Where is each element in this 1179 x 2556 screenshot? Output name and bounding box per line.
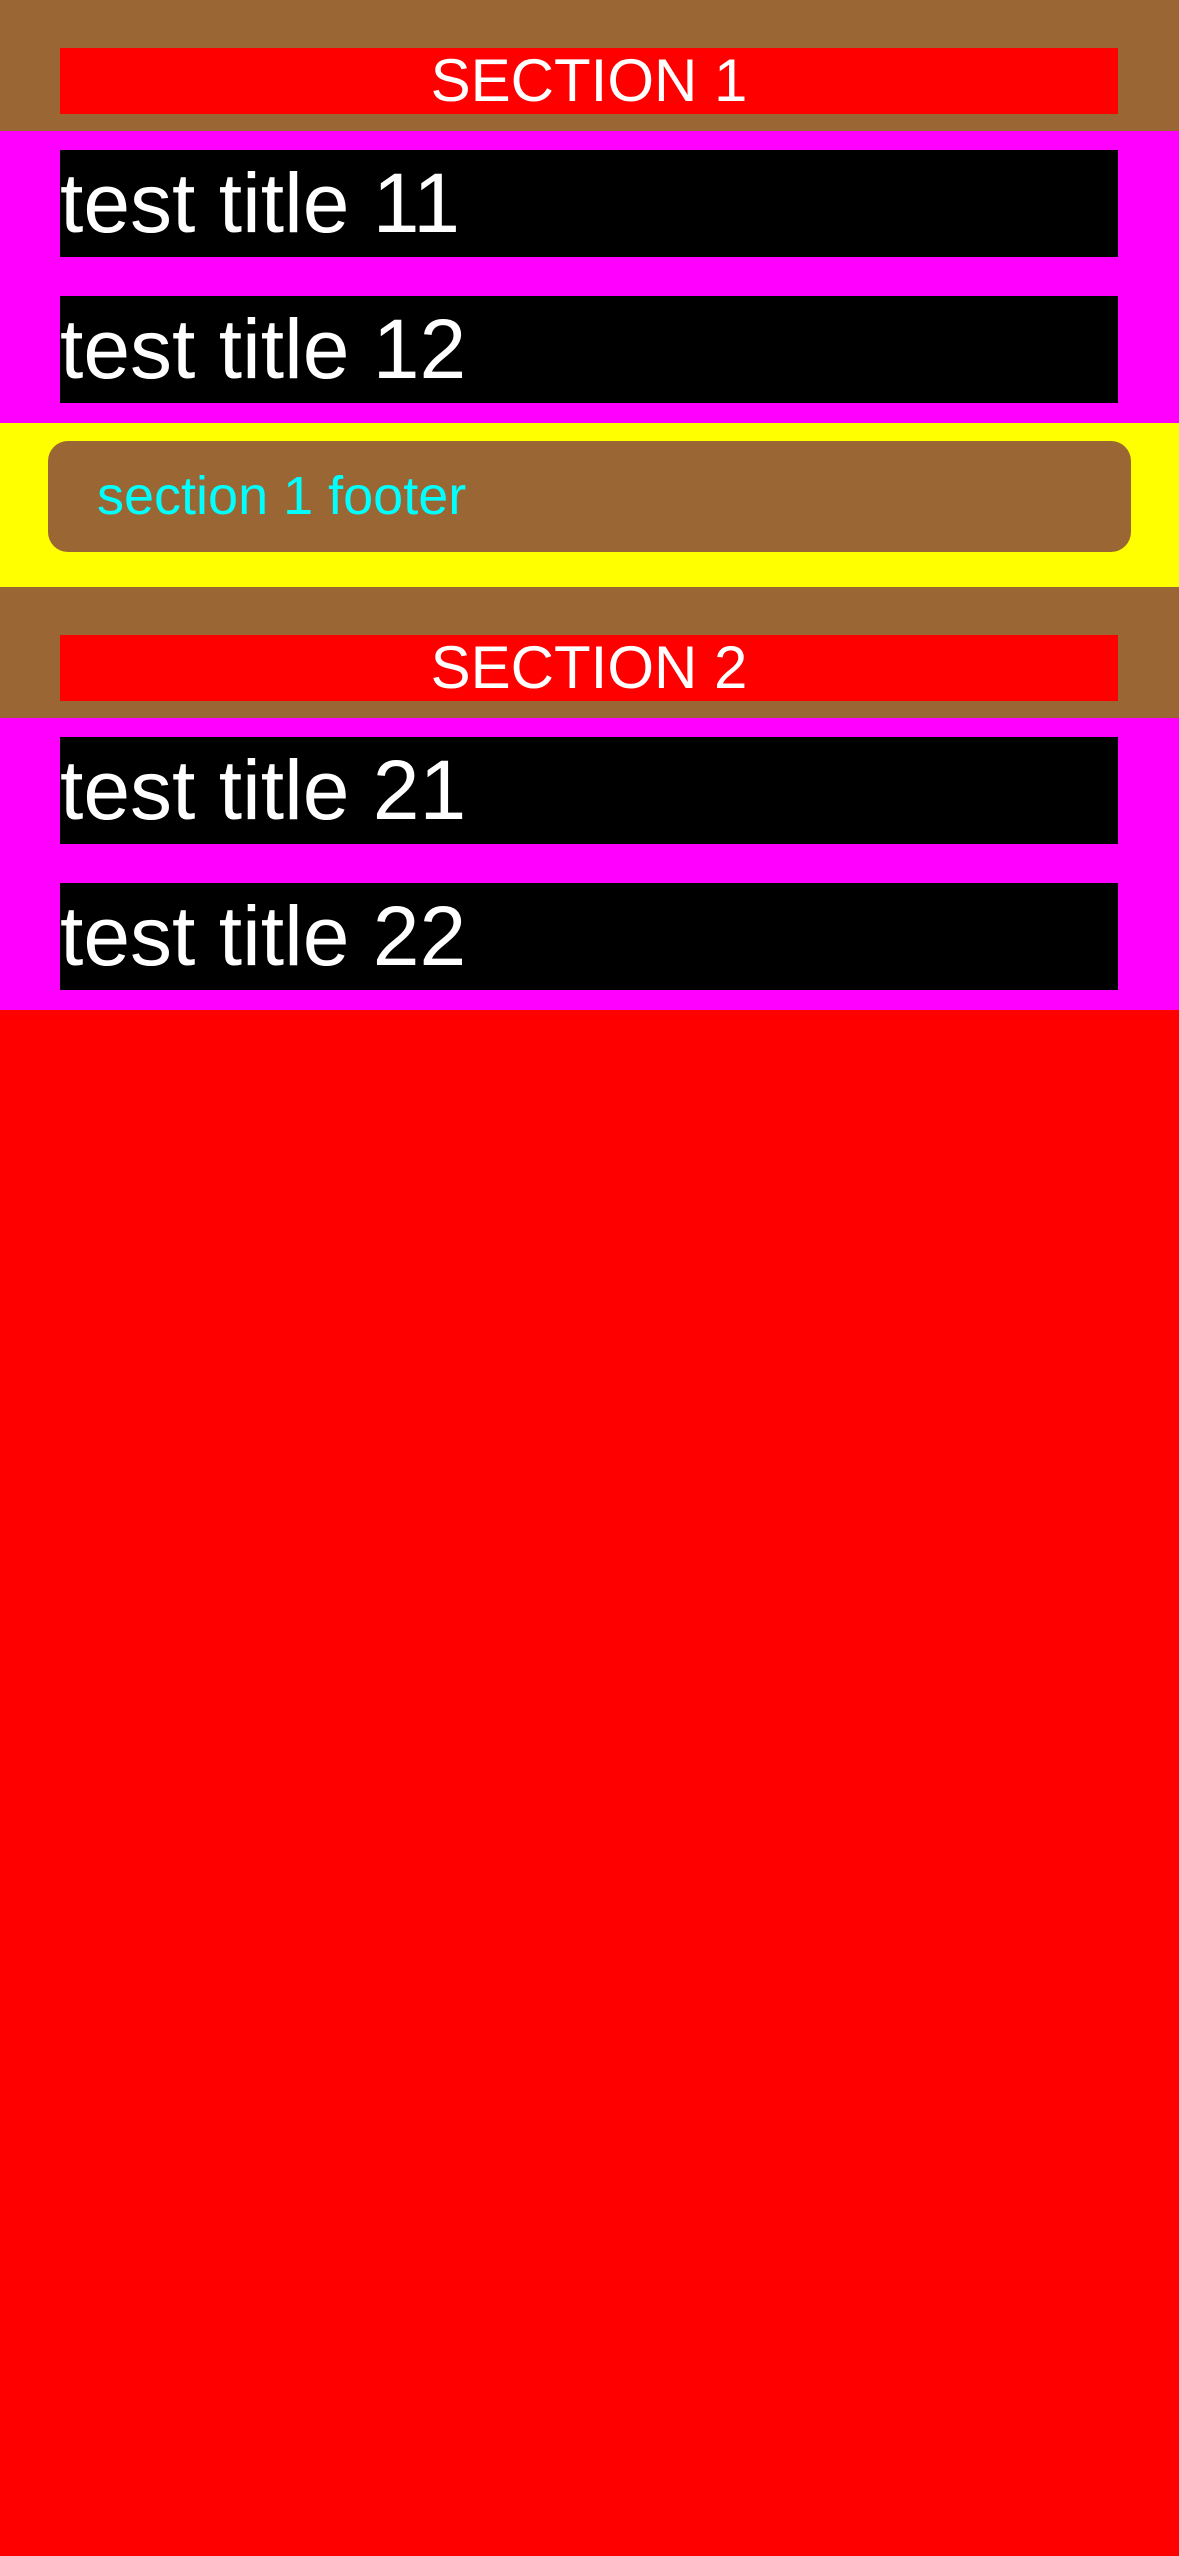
list-row[interactable]: test title 11 — [60, 150, 1118, 257]
list-row[interactable]: test title 21 — [60, 737, 1118, 844]
section-rows: test title 11 test title 12 — [0, 131, 1179, 423]
section-footer-pill: section 1 footer — [48, 441, 1131, 552]
section-header-title: SECTION 2 — [60, 635, 1118, 701]
section-header: SECTION 1 — [0, 0, 1179, 131]
list-row[interactable]: test title 22 — [60, 883, 1118, 990]
section-header-title: SECTION 1 — [60, 48, 1118, 114]
section-footer: section 1 footer — [0, 423, 1179, 587]
section-rows: test title 21 test title 22 — [0, 718, 1179, 1010]
list-row[interactable]: test title 12 — [60, 296, 1118, 403]
section-footer-text: section 1 footer — [97, 466, 467, 526]
list-view: SECTION 1 test title 11 test title 12 se… — [0, 0, 1179, 2556]
section-header: SECTION 2 — [0, 587, 1179, 718]
